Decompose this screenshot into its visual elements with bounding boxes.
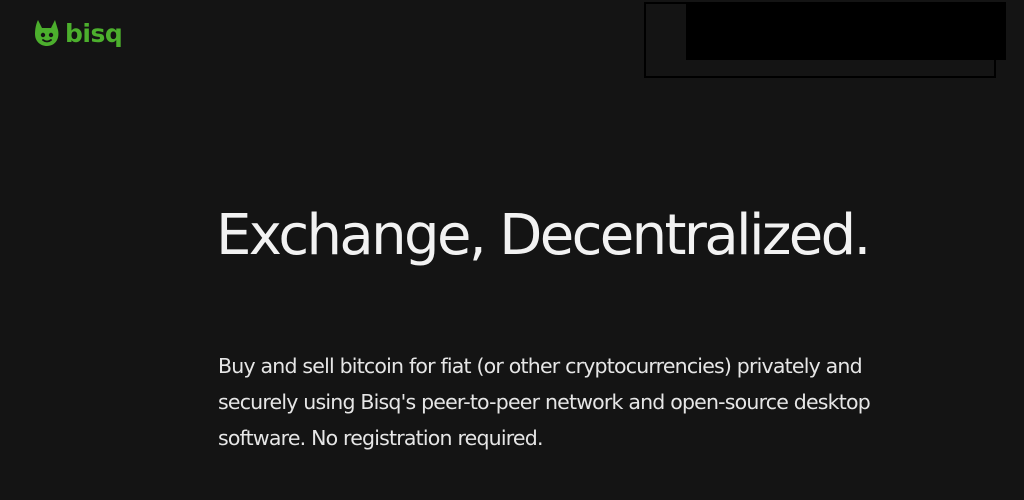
header-redaction-block	[686, 2, 1006, 60]
hero-subtitle: Buy and sell bitcoin for fiat (or other …	[218, 354, 871, 450]
brand-name: bisq	[65, 18, 123, 48]
hero-title: Exchange, Decentralized.	[216, 203, 871, 268]
bisq-cat-icon	[35, 20, 59, 46]
bisq-logo-link[interactable]: bisq	[32, 16, 123, 50]
